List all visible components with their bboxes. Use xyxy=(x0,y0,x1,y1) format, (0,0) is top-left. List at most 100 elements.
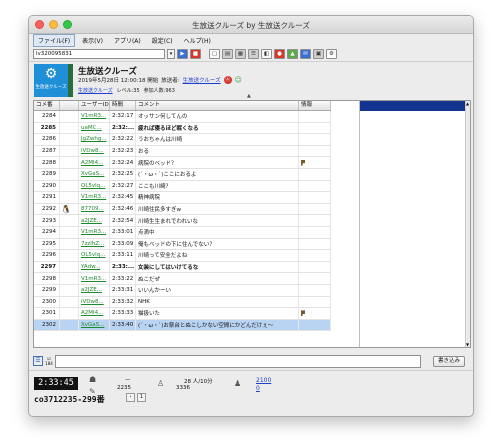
col-header-info[interactable]: 情報 xyxy=(299,101,331,110)
connect-icon[interactable]: ▶ xyxy=(177,49,188,59)
list-icon[interactable]: ☰ xyxy=(248,49,259,59)
info-cell xyxy=(299,180,331,192)
table-row[interactable]: 2284 V1mR3... 2:32:17 オッサン何してんの xyxy=(34,111,331,123)
comment-number: 2287 xyxy=(34,145,60,157)
table-row[interactable]: 2289 XvGaS... 2:32:25 (´・ω・`)ここにおるよ xyxy=(34,168,331,181)
page-icon[interactable]: 1 xyxy=(137,393,146,402)
comment-time: 2:33:... xyxy=(110,261,136,273)
capture-icon[interactable]: ▣ xyxy=(313,49,324,59)
table-row[interactable]: 2293 a2JZE... 2:32:54 川崎生生まれでわれいな xyxy=(34,215,331,227)
comment-time: 2:32:17 xyxy=(110,111,136,122)
table-row[interactable]: 2292 🐧 87709... 2:32:46 川崎住民多すぎw xyxy=(34,203,331,216)
live-id-input[interactable] xyxy=(33,49,165,59)
community-link[interactable]: 生放送クルーズ xyxy=(78,87,113,94)
table-row[interactable]: 2296 OL5vlq... 2:33:11 川崎って安全だよね xyxy=(34,250,331,262)
table-row[interactable]: 2286 JgZwhg... 2:32:22 うおちゃんは川崎 xyxy=(34,134,331,146)
user-id-link[interactable]: XvGaS... xyxy=(79,168,110,180)
comment-count: 2235 xyxy=(117,385,131,391)
user-id-link[interactable]: a2JZE... xyxy=(79,284,110,296)
comment-number: 2297 xyxy=(34,261,60,273)
table-row[interactable]: 2302 XvGaS... 2:33:40 (´・ω・`)お祭台とぬこしかない空間にか… xyxy=(34,319,331,332)
user-id-link[interactable]: iVDw8... xyxy=(79,145,110,157)
col-header-avatar[interactable] xyxy=(60,101,79,110)
table-row[interactable]: 2285 uaMC... 2:32:... 疲れば寝るほど眠くなる xyxy=(34,122,331,135)
count-link-2[interactable]: 0 xyxy=(256,385,260,392)
upload-icon[interactable]: ▲ xyxy=(287,49,298,59)
settings-icon[interactable]: ⚙ xyxy=(326,49,337,59)
anonymous-checkbox[interactable]: ☑ 184 xyxy=(45,356,53,366)
program-thumbnail[interactable]: ⚙ 生放送クルーズ xyxy=(34,64,68,97)
menu-app[interactable]: アプリ(A) xyxy=(110,35,145,46)
next-icon[interactable]: › xyxy=(126,393,135,402)
table-row[interactable]: 2299 a2JZE... 2:33:31 いいんかーい xyxy=(34,284,331,297)
comment-text: うおちゃんは川崎 xyxy=(136,134,299,145)
chevron-down-icon[interactable]: ▾ xyxy=(167,49,175,59)
count-link-1[interactable]: 2100 xyxy=(256,377,271,384)
col-header-uid[interactable]: ユーザーID xyxy=(79,101,110,110)
menu-list-icon[interactable]: ☰ xyxy=(33,356,43,366)
table-row[interactable]: 2290 OL5vlq... 2:32:27 ここも川崎？ xyxy=(34,180,331,193)
user-id-link[interactable]: V1mR3... xyxy=(79,273,110,284)
scroll-up-icon[interactable]: ▲ xyxy=(465,101,470,106)
comment-text: いいんかーい xyxy=(136,284,299,296)
menu-file[interactable]: ファイル(F) xyxy=(33,34,76,47)
col-header-no[interactable]: コメ番 xyxy=(34,101,60,110)
window-icon[interactable]: ▢ xyxy=(209,49,220,59)
layout-icon[interactable]: ▤ xyxy=(222,49,233,59)
scroll-down-icon[interactable]: ▼ xyxy=(465,342,470,347)
disconnect-icon[interactable]: ■ xyxy=(190,49,201,59)
comment-number: 2289 xyxy=(34,168,60,180)
table-row[interactable]: 2294 V1mR3... 2:33:01 点滴中 xyxy=(34,226,331,239)
record-icon[interactable]: ● xyxy=(274,49,285,59)
comment-text: 点滴中 xyxy=(136,226,299,238)
user-id-link[interactable]: V1mR3... xyxy=(79,111,110,122)
avatar: 🐧 xyxy=(60,203,79,215)
broadcaster-link[interactable]: 生放送クルーズ xyxy=(183,76,221,84)
comment-text: 猫扱いた xyxy=(136,308,299,319)
menu-help[interactable]: ヘルプ(H) xyxy=(180,35,215,46)
table-row[interactable]: 2297 YAdw... 2:33:... 女装にしてはいけてるな xyxy=(34,261,331,274)
table-row[interactable]: 2295 7zzlhZ... 2:33:09 俺もベッドの下に住んでない？ xyxy=(34,238,331,251)
penguin-avatar-icon: 🐧 xyxy=(61,204,71,214)
comment-time: 2:33:31 xyxy=(110,284,136,296)
comment-input[interactable] xyxy=(55,354,421,368)
user-id-link[interactable]: A2MI4... xyxy=(79,157,110,168)
comment-number: 2299 xyxy=(34,284,60,296)
collapse-icon[interactable]: ▲ xyxy=(247,93,251,99)
post-button[interactable]: 書き込み xyxy=(433,355,465,367)
grid-icon[interactable]: ▦ xyxy=(235,49,246,59)
table-row[interactable]: 2288 A2MI4... 2:32:24 病院のベッド？ xyxy=(34,157,331,169)
comment-grid: コメ番 ユーザーID 時間 コメント 情報 2284 V1mR3... 2:32:1… xyxy=(34,101,331,332)
user-id-link[interactable]: iVDw8... xyxy=(79,296,110,308)
user-id-link[interactable]: 7zzlhZ... xyxy=(79,238,110,250)
user-id-link[interactable]: a2JZE... xyxy=(79,215,110,226)
share-icon[interactable]: ✉ xyxy=(300,49,311,59)
vertical-scrollbar[interactable]: ▲ ▼ xyxy=(465,101,470,347)
comment-time: 2:33:22 xyxy=(110,273,136,284)
user-id-link[interactable]: V1mR3... xyxy=(79,226,110,238)
table-row[interactable]: 2291 V1mR3... 2:32:45 精神病院 xyxy=(34,192,331,204)
menu-settings[interactable]: 設定(C) xyxy=(148,35,177,46)
user-id-link[interactable]: uaMC... xyxy=(79,122,110,134)
user-id-link[interactable]: YAdw... xyxy=(79,261,110,273)
user-id-link[interactable]: OL5vlq... xyxy=(79,250,110,261)
comment-number: 2295 xyxy=(34,238,60,250)
table-row[interactable]: 2287 iVDw8... 2:32:23 おる xyxy=(34,145,331,158)
menu-view[interactable]: 表示(V) xyxy=(78,35,107,46)
user-id-link[interactable]: V1mR3... xyxy=(79,192,110,203)
visitor-total: 3336 xyxy=(176,385,190,391)
user-id-link[interactable]: JgZwhg... xyxy=(79,134,110,145)
info-cell xyxy=(299,296,331,308)
user-id-link[interactable]: A2MI4... xyxy=(79,308,110,319)
comment-text: 俺もベッドの下に住んでない？ xyxy=(136,238,299,250)
col-header-time[interactable]: 時間 xyxy=(110,101,136,110)
browser-icon[interactable]: ◧ xyxy=(261,49,272,59)
user-id-link[interactable]: OL5vlq... xyxy=(79,180,110,192)
user-id-link[interactable]: XvGaS... xyxy=(79,319,110,331)
user-id-link[interactable]: 87709... xyxy=(79,203,110,215)
table-row[interactable]: 2301 A2MI4... 2:33:33 猫扱いた xyxy=(34,308,331,320)
table-row[interactable]: 2300 iVDw8... 2:33:32 NHK xyxy=(34,296,331,309)
avatar xyxy=(60,273,79,284)
table-row[interactable]: 2298 V1mR3... 2:33:22 ぬこだぜ xyxy=(34,273,331,285)
col-header-comment[interactable]: コメント xyxy=(136,101,299,110)
